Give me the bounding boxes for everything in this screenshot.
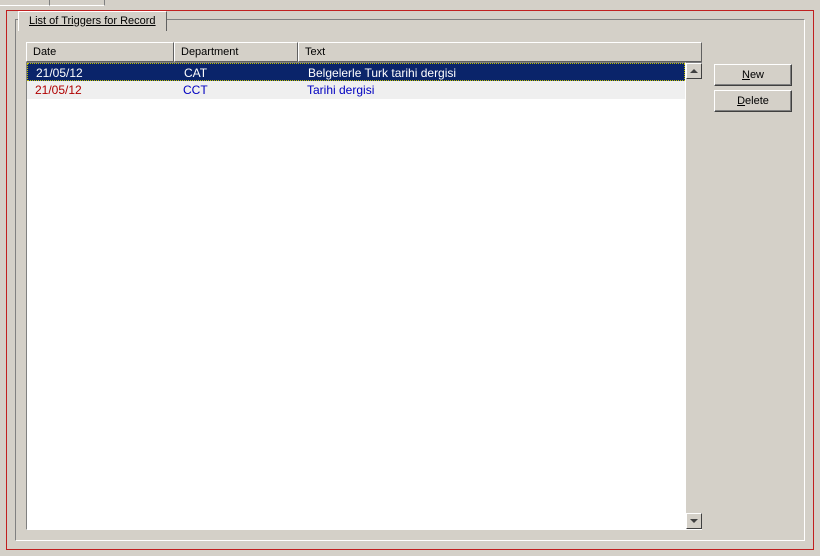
- list-body-wrap: 21/05/12 CAT Belgelerle Turk tarihi derg…: [26, 62, 702, 530]
- new-button[interactable]: New: [714, 64, 792, 86]
- vertical-scrollbar[interactable]: [686, 62, 702, 530]
- list-header-row: Date Department Text: [26, 42, 702, 62]
- top-tab-segment: [0, 0, 50, 6]
- column-header-department[interactable]: Department: [174, 42, 298, 62]
- dialog-frame: List of Triggers for Record Date Departm…: [6, 10, 814, 550]
- cell-text: Tarihi dergisi: [299, 81, 685, 99]
- column-header-text[interactable]: Text: [298, 42, 702, 62]
- tab-panel: List of Triggers for Record Date Departm…: [15, 19, 805, 541]
- table-row[interactable]: 21/05/12 CAT Belgelerle Turk tarihi derg…: [27, 63, 685, 81]
- list-body[interactable]: 21/05/12 CAT Belgelerle Turk tarihi derg…: [26, 62, 686, 530]
- cell-date: 21/05/12: [28, 64, 176, 80]
- tab-content: Date Department Text 21/05/12 CAT Belgel…: [26, 42, 794, 530]
- tab-triggers[interactable]: List of Triggers for Record: [18, 11, 167, 31]
- chevron-down-icon: [690, 519, 698, 523]
- scroll-down-button[interactable]: [686, 513, 702, 529]
- cell-date: 21/05/12: [27, 81, 175, 99]
- action-buttons: New Delete: [714, 64, 792, 116]
- cell-department: CAT: [176, 64, 300, 80]
- triggers-list: Date Department Text 21/05/12 CAT Belgel…: [26, 42, 702, 530]
- cell-department: CCT: [175, 81, 299, 99]
- cell-text: Belgelerle Turk tarihi dergisi: [300, 64, 684, 80]
- chevron-up-icon: [690, 69, 698, 73]
- scroll-up-button[interactable]: [686, 63, 702, 79]
- top-tab-segment: [50, 0, 105, 6]
- delete-button[interactable]: Delete: [714, 90, 792, 112]
- column-header-date[interactable]: Date: [26, 42, 174, 62]
- window-tabstrip-top: [0, 0, 820, 8]
- table-row[interactable]: 21/05/12 CCT Tarihi dergisi: [27, 81, 685, 99]
